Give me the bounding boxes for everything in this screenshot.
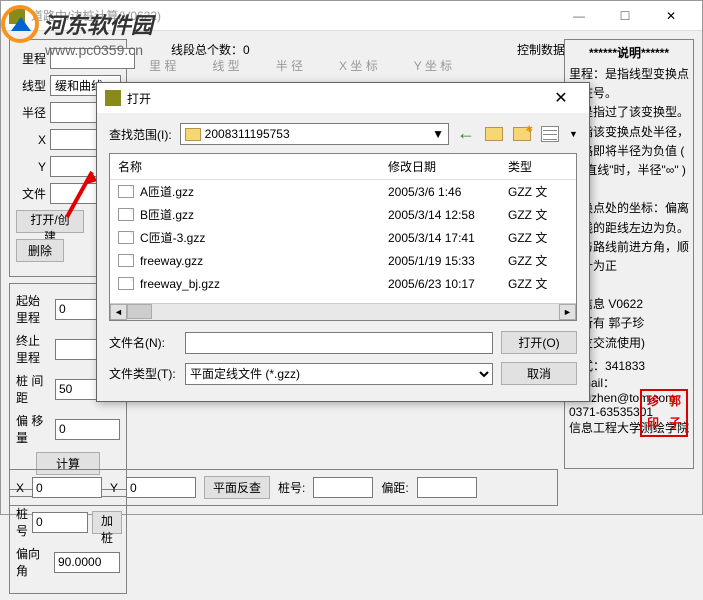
end-li-label: 终止里程 bbox=[16, 332, 51, 366]
table-headers: 里 程 线 型 半 径 X 坐 标 Y 坐 标 bbox=[131, 57, 470, 74]
file-list-header[interactable]: 名称 修改日期 类型 bbox=[110, 154, 576, 180]
dialog-open-button[interactable]: 打开(O) bbox=[501, 331, 577, 354]
segment-count-label: 线段总个数：0 bbox=[171, 41, 250, 58]
dialog-icon bbox=[105, 90, 121, 106]
col-date[interactable]: 修改日期 bbox=[388, 158, 508, 175]
lookin-select[interactable]: 2008311195753 ▼ bbox=[180, 123, 449, 145]
by-label: Y bbox=[110, 481, 118, 495]
file-row[interactable]: B匝道.gzz2005/3/14 12:58GZZ 文 bbox=[110, 203, 576, 226]
up-folder-icon[interactable] bbox=[485, 127, 503, 141]
close-button[interactable]: ✕ bbox=[648, 1, 694, 31]
banjing-label: 半径 bbox=[16, 104, 46, 121]
watermark-text: 河东软件园 bbox=[43, 8, 153, 40]
maximize-button[interactable]: ☐ bbox=[602, 1, 648, 31]
y-label: Y bbox=[16, 160, 46, 174]
pile-dist-label: 桩 间 距 bbox=[16, 372, 51, 406]
dialog-titlebar: 打开 ✕ bbox=[97, 83, 589, 113]
scroll-left-icon[interactable]: ◄ bbox=[110, 304, 127, 320]
bx-label: X bbox=[16, 481, 24, 495]
offset-label: 偏 移 量 bbox=[16, 412, 51, 446]
h-scrollbar[interactable]: ◄ ► bbox=[110, 303, 576, 320]
bx-input[interactable] bbox=[32, 477, 102, 498]
file-list: 名称 修改日期 类型 A匝道.gzz2005/3/6 1:46GZZ 文B匝道.… bbox=[109, 153, 577, 321]
bottom-bar: X Y 平面反查 桩号: 偏距: bbox=[9, 469, 558, 506]
col-name[interactable]: 名称 bbox=[118, 158, 388, 175]
file-label: 文件 bbox=[16, 185, 46, 202]
watermark-url: www.pc0359.cn bbox=[45, 42, 153, 58]
offset-input[interactable] bbox=[55, 419, 120, 440]
boffset-input[interactable] bbox=[417, 477, 477, 498]
xianxing-label: 线型 bbox=[16, 77, 46, 94]
file-icon bbox=[118, 185, 134, 198]
file-row[interactable]: freeway.gzz2005/1/19 15:33GZZ 文 bbox=[110, 249, 576, 272]
open-create-button[interactable]: 打开/创建 bbox=[16, 210, 84, 233]
file-icon bbox=[118, 231, 134, 244]
scroll-right-icon[interactable]: ► bbox=[559, 304, 576, 320]
reverse-lookup-button[interactable]: 平面反查 bbox=[204, 476, 270, 499]
filetype-label: 文件类型(T): bbox=[109, 365, 177, 382]
lookin-label: 查找范围(I): bbox=[109, 126, 172, 143]
view-dropdown-icon[interactable]: ▼ bbox=[569, 129, 577, 139]
col-type[interactable]: 类型 bbox=[508, 158, 568, 175]
watermark: 河东软件园 www.pc0359.cn bbox=[1, 5, 153, 58]
view-mode-icon[interactable] bbox=[541, 126, 559, 142]
file-icon bbox=[118, 208, 134, 221]
new-folder-icon[interactable] bbox=[513, 127, 531, 141]
open-dialog: 打开 ✕ 查找范围(I): 2008311195753 ▼ ← ▼ 名称 修改日… bbox=[96, 82, 590, 402]
bpile-input[interactable] bbox=[313, 477, 373, 498]
folder-icon bbox=[185, 128, 201, 141]
dialog-title: 打开 bbox=[127, 90, 541, 107]
back-icon[interactable]: ← bbox=[457, 126, 475, 142]
add-pile-button[interactable]: 加桩 bbox=[92, 511, 122, 534]
control-data-label: 控制数据 bbox=[517, 41, 565, 58]
deflect-input[interactable] bbox=[54, 552, 120, 573]
dialog-close-button[interactable]: ✕ bbox=[541, 88, 581, 108]
instructions-header: ******说明****** bbox=[569, 44, 689, 61]
deflect-label: 偏向角 bbox=[16, 545, 50, 579]
bpile-label: 桩号: bbox=[278, 479, 305, 496]
file-row[interactable]: A匝道.gzz2005/3/6 1:46GZZ 文 bbox=[110, 180, 576, 203]
delete-button[interactable]: 删除 bbox=[16, 239, 64, 262]
filename-label: 文件名(N): bbox=[109, 334, 177, 351]
file-row[interactable]: C匝道-3.gzz2005/3/14 17:41GZZ 文 bbox=[110, 226, 576, 249]
scroll-thumb[interactable] bbox=[127, 304, 152, 319]
file-icon bbox=[118, 254, 134, 267]
boffset-label: 偏距: bbox=[381, 479, 408, 496]
by-input[interactable] bbox=[126, 477, 196, 498]
file-row[interactable]: freeway_bj.gzz2005/6/23 10:17GZZ 文 bbox=[110, 272, 576, 295]
minimize-button[interactable]: — bbox=[556, 1, 602, 31]
filetype-select[interactable]: 平面定线文件 (*.gzz) bbox=[185, 363, 493, 385]
seal-stamp: 珍郭印子 bbox=[640, 389, 688, 437]
start-li-label: 起始里程 bbox=[16, 292, 51, 326]
x-label: X bbox=[16, 133, 46, 147]
file-icon bbox=[118, 277, 134, 290]
filename-input[interactable] bbox=[185, 332, 493, 354]
dialog-cancel-button[interactable]: 取消 bbox=[501, 362, 577, 385]
pile-no-label: 桩号 bbox=[16, 505, 28, 539]
